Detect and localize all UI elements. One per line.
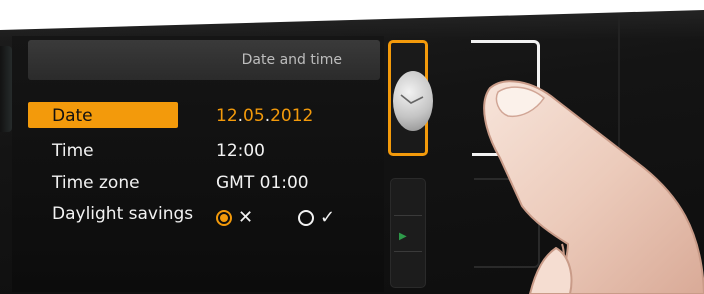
radio-unselected-icon[interactable]	[298, 209, 314, 226]
daylight-option-off[interactable]: ✕	[216, 207, 253, 228]
side-rail: ▶	[388, 40, 433, 290]
selection-highlight	[28, 102, 178, 128]
left-scroll-handle[interactable]	[0, 46, 12, 132]
screen-header: Date and time	[28, 40, 380, 80]
date-time-rail-button[interactable]	[388, 40, 433, 156]
check-icon: ✓	[320, 207, 336, 228]
arrow-right-icon: ▶	[399, 231, 407, 242]
bezel-sheen	[0, 0, 704, 40]
settings-rail-button[interactable]: ▶	[390, 178, 426, 288]
settings-row-time[interactable]: Time 12:00	[28, 136, 380, 166]
cross-icon: ✕	[238, 207, 254, 228]
pointing-finger-illustration	[483, 80, 704, 294]
settings-row-time-zone[interactable]: Time zone GMT 01:00	[28, 168, 380, 198]
clock-hands-icon	[400, 94, 424, 104]
date-day: 12	[216, 106, 238, 126]
time-zone-value: GMT 01:00	[216, 173, 309, 193]
daylight-option-on[interactable]: ✓	[298, 207, 335, 228]
date-year: 2012	[270, 106, 314, 126]
rail-divider	[394, 215, 422, 216]
row-label-date: Date	[52, 106, 93, 126]
stage: Date and time Date 12.05.2012 Time 12:00…	[0, 0, 704, 294]
rail-divider	[394, 251, 422, 252]
settings-row-daylight-savings: Daylight savings ✕ ✓	[28, 199, 380, 229]
time-value: 12:00	[216, 141, 265, 161]
row-label-daylight-savings: Daylight savings	[52, 204, 194, 224]
radio-selected-icon[interactable]	[216, 209, 232, 226]
row-label-time: Time	[52, 141, 94, 161]
date-value[interactable]: 12.05.2012	[216, 106, 313, 126]
settings-row-date[interactable]: Date 12.05.2012	[28, 101, 380, 131]
page-title: Date and time	[241, 52, 342, 68]
row-label-time-zone: Time zone	[52, 173, 140, 193]
date-month: 05	[243, 106, 265, 126]
